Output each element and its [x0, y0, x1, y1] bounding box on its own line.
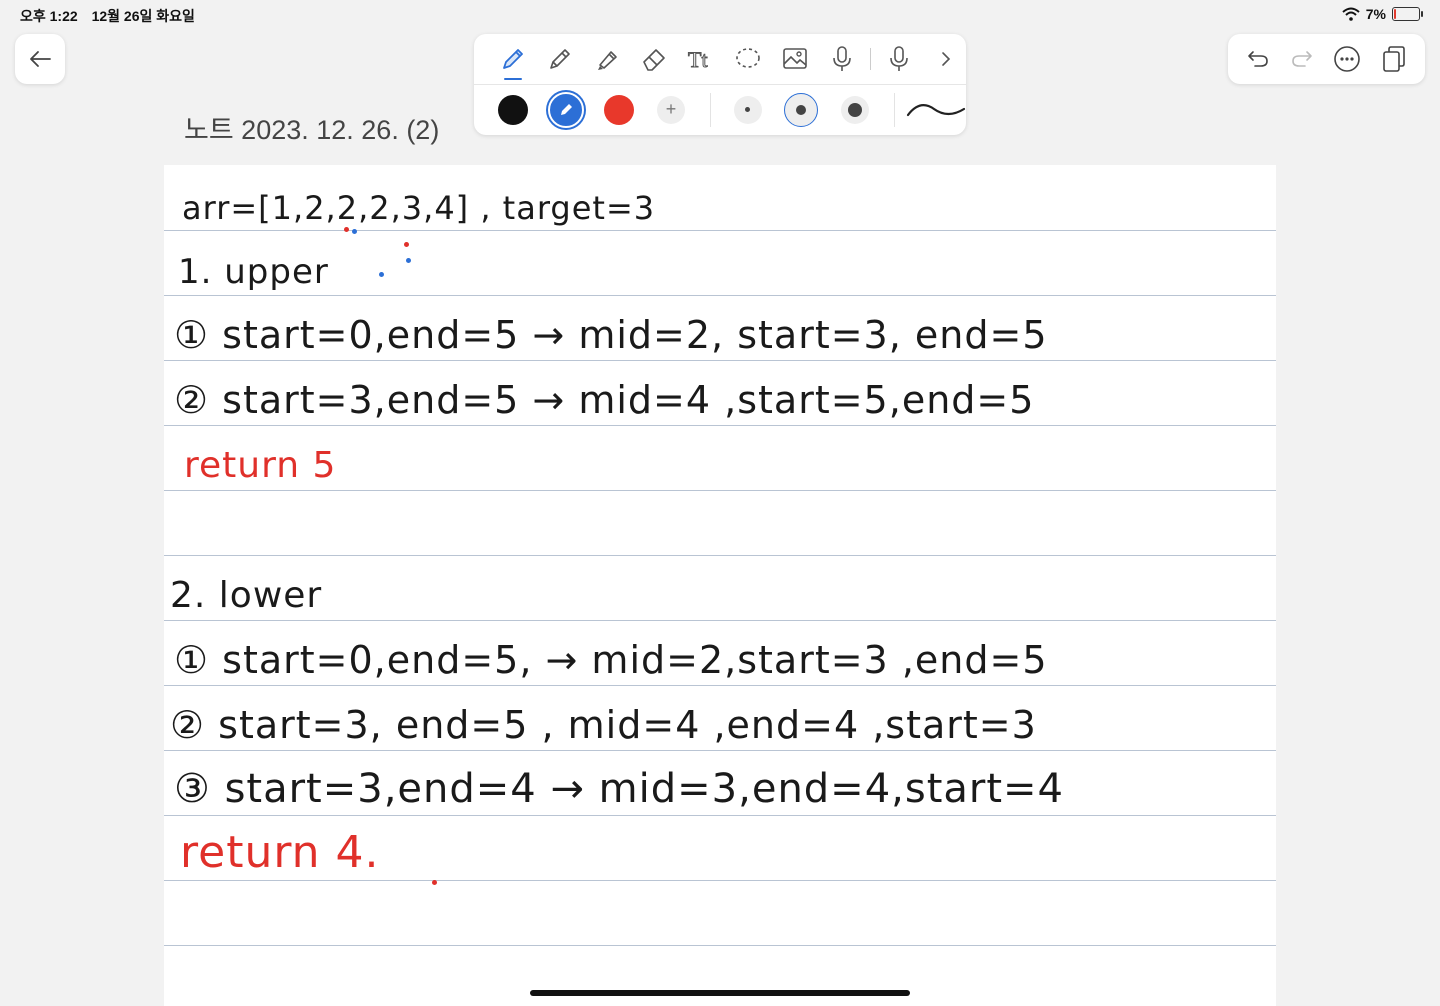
toolbar-separator [710, 93, 711, 127]
color-red[interactable] [604, 95, 634, 125]
add-color-button[interactable]: + [657, 96, 685, 124]
handwriting-text: ① start=0,end=5, → mid=2,start=3 ,end=5 [174, 638, 1048, 683]
pen-edit-icon [561, 104, 572, 115]
color-black[interactable] [498, 95, 528, 125]
wifi-icon [1342, 7, 1360, 21]
text-tool[interactable]: Tt [682, 40, 720, 78]
image-icon [783, 48, 807, 69]
document-actions [1228, 34, 1425, 84]
handwriting-text: ① start=0,end=5 → mid=2, start=3, end=5 [174, 313, 1048, 358]
handwriting-text: arr=[1,2,2,2,3,4] , target=3 [182, 189, 656, 228]
note-line-2: 1. upper [164, 230, 1276, 295]
stroke-size-medium-selected[interactable] [784, 93, 818, 127]
add-color-label: + [665, 99, 677, 119]
dictation-tool[interactable] [880, 40, 918, 78]
handwriting-text: ③ start=3,end=4 → mid=3,end=4,start=4 [174, 766, 1064, 812]
toolbar-separator [894, 93, 895, 127]
ink-dot [344, 227, 349, 232]
highlighter-icon [598, 51, 617, 70]
note-line-5: return 5 [164, 425, 1276, 490]
handwriting-text: return 4. [180, 826, 380, 878]
ruled-line [164, 880, 1276, 881]
status-bar: 오후 1:22 12월 26일 화요일 7% [0, 0, 1440, 30]
handwriting-text: ② start=3,end=5 → mid=4 ,start=5,end=5 [174, 378, 1035, 423]
text-icon: Tt [688, 47, 709, 73]
stroke-size-dot [796, 105, 806, 115]
note-line-11: return 4. [164, 815, 1276, 880]
svg-text:Tt: Tt [688, 47, 708, 72]
lasso-tool[interactable] [729, 40, 767, 78]
eraser-icon [643, 49, 665, 71]
pen-icon [503, 49, 523, 69]
note-line-7: 2. lower [164, 555, 1276, 620]
back-button[interactable] [15, 34, 65, 84]
stroke-smoothing-icon[interactable] [906, 95, 966, 125]
ink-dot [406, 258, 411, 263]
stroke-size-large[interactable] [841, 96, 869, 124]
highlighter-tool[interactable] [588, 40, 626, 78]
mic-icon [833, 46, 851, 71]
image-tool[interactable] [776, 40, 814, 78]
ink-dot [379, 272, 384, 277]
more-tools-button[interactable] [927, 40, 965, 78]
stroke-size-dot [848, 103, 862, 117]
arrow-left-icon [30, 51, 51, 67]
status-date: 12월 26일 화요일 [91, 8, 195, 24]
more-icon[interactable] [1332, 44, 1362, 74]
lasso-icon [736, 48, 760, 68]
undo-icon[interactable] [1245, 46, 1271, 72]
note-line-1: arr=[1,2,2,2,3,4] , target=3 [164, 165, 1276, 230]
ink-dot [352, 229, 357, 234]
battery-icon [1392, 7, 1423, 21]
ruled-line [164, 945, 1276, 946]
note-page[interactable]: arr=[1,2,2,2,3,4] , target=3 1. upper ① st… [164, 165, 1276, 1006]
note-line-3: ① start=0,end=5 → mid=2, start=3, end=5 [164, 295, 1276, 360]
stroke-size-small[interactable] [734, 96, 762, 124]
status-time: 오후 1:22 [20, 8, 78, 24]
note-title[interactable]: 노트 2023. 12. 26. (2) [184, 108, 439, 147]
pencil-tool[interactable] [541, 40, 579, 78]
battery-percent: 7% [1365, 6, 1386, 22]
voice-record-tool[interactable] [823, 40, 861, 78]
pencil-icon [550, 49, 570, 69]
drawing-toolbar: Tt + [474, 34, 966, 135]
mic-icon [890, 46, 908, 71]
handwriting-text: 2. lower [170, 575, 323, 617]
handwriting-text: return 5 [184, 445, 337, 487]
pages-icon[interactable] [1380, 44, 1408, 74]
redo-icon[interactable] [1289, 46, 1315, 72]
handwriting-text: ② start=3, end=5 , mid=4 ,end=4 ,start=3 [170, 703, 1037, 748]
pen-tool[interactable] [494, 40, 532, 80]
handwriting-text: 1. upper [178, 252, 329, 293]
ink-dot [404, 242, 409, 247]
home-indicator[interactable] [530, 990, 910, 996]
note-line-10: ③ start=3,end=4 → mid=3,end=4,start=4 [164, 750, 1276, 815]
color-blue-selected[interactable] [548, 92, 584, 128]
stroke-size-dot [745, 107, 750, 112]
note-line-4: ② start=3,end=5 → mid=4 ,start=5,end=5 [164, 360, 1276, 425]
ink-dot [432, 880, 437, 885]
note-line-8: ① start=0,end=5, → mid=2,start=3 ,end=5 [164, 620, 1276, 685]
note-line-6 [164, 490, 1276, 555]
chevron-right-icon [942, 52, 951, 66]
note-line-9: ② start=3, end=5 , mid=4 ,end=4 ,start=3 [164, 685, 1276, 750]
toolbar-separator [870, 48, 871, 70]
eraser-tool[interactable] [635, 40, 673, 78]
